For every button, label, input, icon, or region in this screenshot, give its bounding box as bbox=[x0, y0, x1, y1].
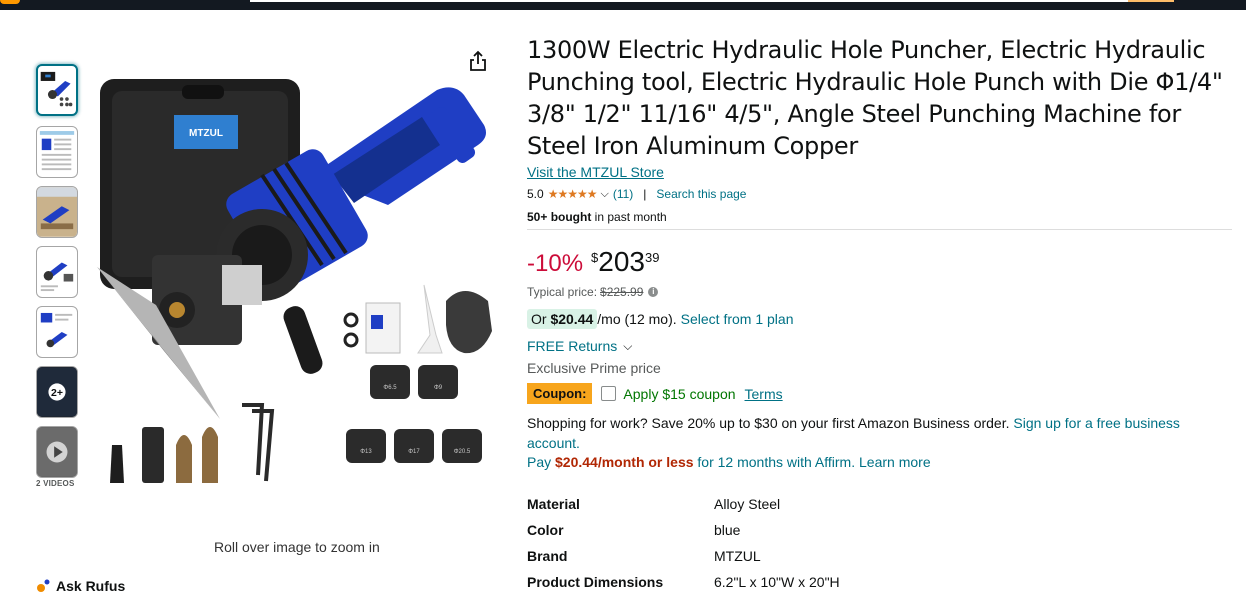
affirm-amount: $20.44/month or less bbox=[555, 454, 694, 470]
affirm-rest: for 12 months with Affirm. bbox=[693, 454, 860, 470]
price: $ 203 39 bbox=[591, 246, 659, 278]
installment-prefix: Or bbox=[531, 311, 551, 327]
store-link[interactable]: Visit the MTZUL Store bbox=[527, 164, 664, 180]
more-images-count: 2+ bbox=[51, 388, 63, 399]
affirm-learn-more-link[interactable]: Learn more bbox=[859, 454, 931, 470]
free-returns-dropdown[interactable]: FREE Returns ⌵ bbox=[527, 338, 632, 354]
thumbnail-4[interactable] bbox=[36, 246, 78, 298]
installment-amount: $20.44 bbox=[550, 311, 594, 327]
divider bbox=[527, 229, 1232, 230]
coupon-row: Coupon: Apply $15 coupon Terms bbox=[527, 383, 783, 404]
main-product-image[interactable]: MTZUL Φ6.5 Φ9 Φ13 Φ17 Φ20.5 bbox=[92, 45, 502, 495]
thumbnail-more[interactable]: 2+ bbox=[36, 366, 78, 418]
spec-value: MTZUL bbox=[714, 548, 761, 564]
business-offer: Shopping for work? Save 20% up to $30 on… bbox=[527, 413, 1227, 453]
info-icon[interactable]: i bbox=[648, 287, 659, 297]
spec-row: Product Dimensions 6.2"L x 10"W x 20"H bbox=[527, 574, 840, 600]
prime-price-label: Exclusive Prime price bbox=[527, 360, 661, 376]
discount-percent: -10% bbox=[527, 250, 584, 277]
rating-count-link[interactable]: (11) bbox=[613, 187, 633, 201]
select-plan-link[interactable]: Select from 1 plan bbox=[681, 311, 794, 327]
bought-count: 50+ bought bbox=[527, 210, 592, 224]
search-bar-edge[interactable] bbox=[250, 0, 1150, 2]
coupon-text[interactable]: Apply $15 coupon bbox=[623, 386, 735, 402]
price-currency: $ bbox=[591, 250, 599, 265]
installment-row: Or $20.44 /mo (12 mo). Select from 1 pla… bbox=[527, 309, 793, 329]
top-navigation-bar bbox=[0, 0, 1246, 10]
installment-suffix: /mo (12 mo). bbox=[597, 311, 677, 327]
star-rating-icon[interactable]: ★★★★★ bbox=[548, 187, 598, 201]
spec-row: Color blue bbox=[527, 522, 840, 548]
spec-key: Brand bbox=[527, 548, 568, 564]
affirm-pay: Pay bbox=[527, 454, 556, 470]
chevron-down-icon[interactable]: ⌵ bbox=[600, 188, 608, 201]
product-title: 1300W Electric Hydraulic Hole Puncher, E… bbox=[527, 36, 1223, 160]
ask-rufus-label: Ask Rufus bbox=[56, 578, 126, 594]
spec-key: Material bbox=[527, 496, 580, 512]
coupon-terms-link[interactable]: Terms bbox=[745, 386, 783, 402]
die-size-4: Φ20.5 bbox=[454, 449, 471, 455]
spec-row: Brand MTZUL bbox=[527, 548, 840, 574]
business-offer-text: Shopping for work? Save 20% up to $30 on… bbox=[527, 415, 1014, 431]
rating-row: 5.0 ★★★★★ ⌵ (11) | Search this page bbox=[527, 187, 746, 201]
spec-value: Alloy Steel bbox=[714, 496, 781, 512]
price-fraction: 39 bbox=[644, 250, 660, 265]
thumbnail-5[interactable] bbox=[36, 306, 78, 358]
search-this-page-link[interactable]: Search this page bbox=[656, 187, 746, 201]
zoom-hint: Roll over image to zoom in bbox=[214, 539, 380, 555]
typical-price-value: $225.99 bbox=[600, 285, 644, 299]
bought-in-past-month: 50+ bought in past month bbox=[527, 210, 667, 224]
ask-rufus-button[interactable]: Ask Rufus bbox=[36, 578, 125, 594]
rating-separator: | bbox=[643, 187, 647, 201]
coupon-badge: Coupon: bbox=[527, 383, 593, 404]
product-specs-table: Material Alloy Steel Color blue Brand MTZUL… bbox=[527, 496, 840, 600]
chevron-down-icon: ⌵ bbox=[623, 338, 633, 353]
free-returns-label: FREE Returns bbox=[527, 338, 618, 354]
installment-badge: Or $20.44 bbox=[527, 309, 598, 329]
case-brand-label: MTZUL bbox=[189, 128, 223, 139]
share-icon[interactable] bbox=[468, 50, 488, 72]
spec-key: Color bbox=[527, 522, 564, 538]
die-size-3: Φ17 bbox=[408, 449, 420, 455]
spec-row: Material Alloy Steel bbox=[527, 496, 840, 522]
thumbnail-1[interactable] bbox=[36, 64, 78, 116]
spec-key: Product Dimensions bbox=[527, 574, 664, 590]
coupon-checkbox[interactable] bbox=[601, 386, 617, 401]
die-size-2: Φ13 bbox=[360, 449, 372, 455]
rating-value: 5.0 bbox=[527, 187, 544, 201]
amazon-logo-fragment[interactable] bbox=[0, 0, 20, 4]
thumbnail-video[interactable] bbox=[36, 426, 78, 478]
videos-count-label: 2 VIDEOS bbox=[36, 479, 75, 488]
price-whole: 203 bbox=[598, 246, 645, 277]
price-row: -10% $ 203 39 bbox=[527, 246, 659, 278]
die-size-0: Φ6.5 bbox=[383, 385, 397, 391]
search-button-edge[interactable] bbox=[1128, 0, 1174, 2]
typical-price-label: Typical price: bbox=[527, 285, 598, 299]
thumbnail-2[interactable] bbox=[36, 126, 78, 178]
typical-price: Typical price: $225.99 i bbox=[527, 285, 659, 299]
spec-value: blue bbox=[714, 522, 741, 538]
die-size-1: Φ9 bbox=[434, 385, 443, 391]
affirm-offer: Pay $20.44/month or less for 12 months w… bbox=[527, 454, 931, 470]
bought-period: in past month bbox=[591, 210, 667, 224]
thumbnail-3[interactable] bbox=[36, 186, 78, 238]
spec-value: 6.2"L x 10"W x 20"H bbox=[714, 574, 840, 590]
